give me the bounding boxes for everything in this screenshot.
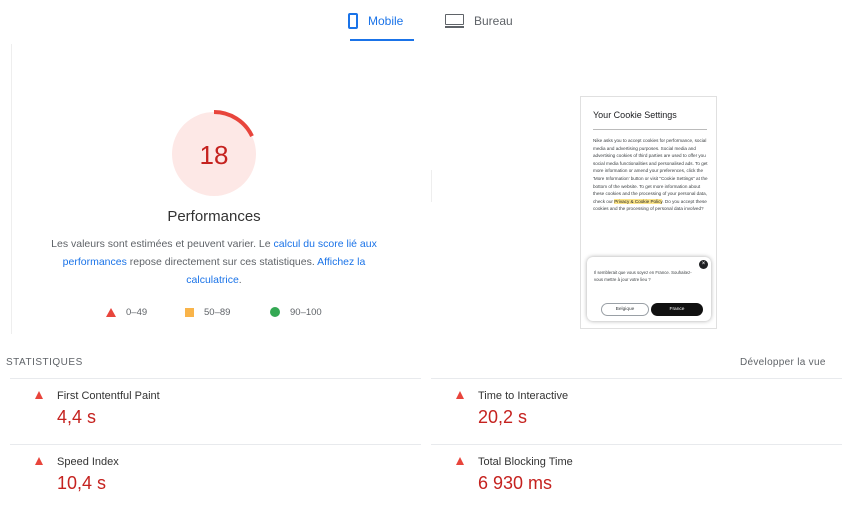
legend-fail: 0–49 xyxy=(106,305,147,319)
metric-name: Total Blocking Time xyxy=(478,456,573,468)
cookie-body-before: Nike asks you to accept cookies for perf… xyxy=(593,138,708,204)
cookie-policy-link: Privacy & Cookie Policy xyxy=(614,198,663,204)
score-category-title: Performances xyxy=(167,208,261,225)
description-text-3: . xyxy=(238,274,242,286)
metric-name: Speed Index xyxy=(57,456,119,468)
popup-primary-button: France xyxy=(651,303,703,316)
score-description: Les valeurs sont estimées et peuvent var… xyxy=(40,235,388,289)
fail-triangle-icon xyxy=(456,391,464,399)
page-screenshot: Your Cookie Settings Nike asks you to ac… xyxy=(580,96,717,329)
tab-desktop-label: Bureau xyxy=(474,14,513,28)
fail-triangle-icon xyxy=(35,391,43,399)
pass-circle-icon xyxy=(270,307,280,317)
metric-divider xyxy=(431,378,842,379)
metric-name: First Contentful Paint xyxy=(57,390,160,402)
center-divider xyxy=(431,170,432,202)
expand-view-toggle[interactable]: Développer la vue xyxy=(740,357,826,368)
fail-triangle-icon xyxy=(456,457,464,465)
stats-heading: STATISTIQUES xyxy=(6,357,83,368)
cookie-body-text: Nike asks you to accept cookies for perf… xyxy=(593,137,711,213)
average-square-icon xyxy=(185,307,194,317)
legend-pass: 90–100 xyxy=(270,305,322,319)
metric-value: 10,4 s xyxy=(57,473,107,493)
metric-time-to-interactive: Time to Interactive 20,2 s xyxy=(431,378,842,444)
metric-divider xyxy=(431,444,842,445)
left-divider xyxy=(11,44,12,334)
metric-first-contentful-paint: First Contentful Paint 4,4 s xyxy=(10,378,421,444)
popup-close-icon: × xyxy=(699,260,708,269)
metric-value: 6 930 ms xyxy=(478,473,553,493)
tab-mobile[interactable]: Mobile xyxy=(348,0,414,42)
popup-text: Il semblerait que vous soyez en France. … xyxy=(594,270,692,282)
legend-average-label: 50–89 xyxy=(204,306,231,318)
tab-desktop[interactable]: Bureau xyxy=(445,0,525,42)
monitor-icon xyxy=(445,14,464,28)
description-text-1: Les valeurs sont estimées et peuvent var… xyxy=(51,238,274,250)
metric-total-blocking-time: Total Blocking Time 6 930 ms xyxy=(431,444,842,510)
popup-secondary-button: Belgique xyxy=(601,303,649,316)
fail-triangle-icon xyxy=(106,307,116,317)
phone-icon xyxy=(348,13,358,29)
metric-divider xyxy=(10,378,421,379)
legend-pass-label: 90–100 xyxy=(290,306,322,318)
metric-divider xyxy=(10,444,421,445)
fail-triangle-icon xyxy=(35,457,43,465)
metric-value: 4,4 s xyxy=(57,407,97,427)
legend-average: 50–89 xyxy=(185,305,230,319)
device-tabs: Mobile Bureau xyxy=(0,0,842,44)
metric-value: 20,2 s xyxy=(478,407,528,427)
legend-fail-label: 0–49 xyxy=(126,306,148,318)
score-value: 18 xyxy=(199,140,229,170)
active-tab-indicator xyxy=(350,39,414,41)
tab-mobile-label: Mobile xyxy=(368,14,404,28)
metric-speed-index: Speed Index 10,4 s xyxy=(10,444,421,510)
location-popup: Il semblerait que vous soyez en France. … xyxy=(587,257,711,321)
cookie-settings-title: Your Cookie Settings xyxy=(593,110,677,120)
description-text-2: repose directement sur ces statistiques. xyxy=(126,256,318,268)
metric-name: Time to Interactive xyxy=(478,390,569,402)
cookie-divider xyxy=(593,129,707,130)
